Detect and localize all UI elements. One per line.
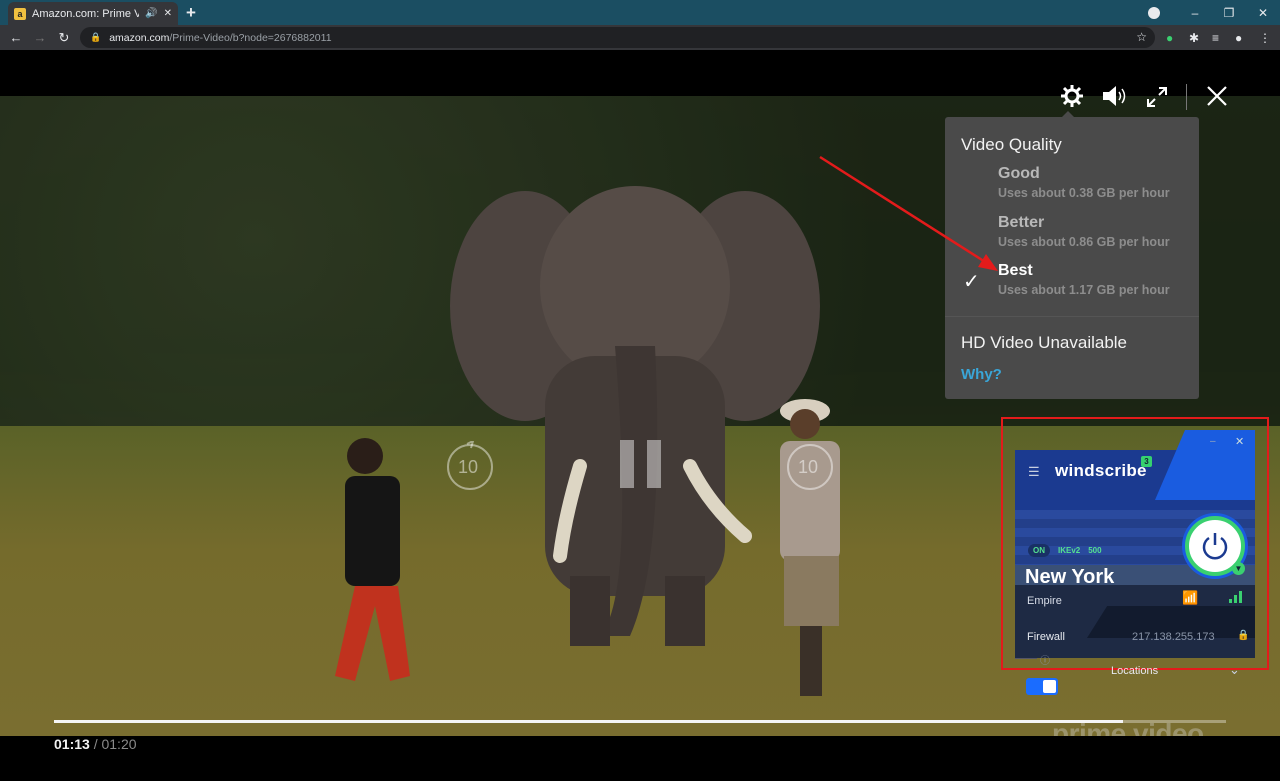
rewind-label: 10 bbox=[458, 457, 479, 477]
media-control-icon[interactable]: ≡ bbox=[1212, 25, 1219, 50]
new-tab-button[interactable]: + bbox=[186, 3, 196, 23]
locations-label: Locations bbox=[1111, 665, 1159, 677]
notification-badge[interactable]: 3 bbox=[1141, 456, 1152, 467]
time-separator: / bbox=[89, 736, 102, 752]
url-host: amazon.com bbox=[109, 31, 170, 44]
windscribe-close-icon[interactable]: ✕ bbox=[1235, 435, 1244, 448]
browser-tab[interactable]: a Amazon.com: Prime Video: P 🔊 ✕ bbox=[8, 2, 178, 25]
close-player-icon[interactable] bbox=[1206, 85, 1228, 107]
video-quality-menu: Video Quality Good Uses about 0.38 GB pe… bbox=[945, 111, 1199, 399]
connection-status: ON IKEv2 500 bbox=[1028, 544, 1102, 557]
pause-bar-left[interactable] bbox=[620, 440, 634, 488]
url-path: /Prime-Video/b?node=2676882011 bbox=[169, 31, 332, 44]
quality-label: Better bbox=[998, 214, 1045, 231]
video-scene-elephant bbox=[450, 186, 820, 646]
firewall-label: Firewall bbox=[1027, 631, 1065, 643]
extensions-puzzle-icon[interactable]: ✱ bbox=[1189, 25, 1199, 50]
windscribe-app: – ✕ ☰ windscribe 3 ▼ ON IKEv2 500 New Yo… bbox=[1015, 430, 1255, 695]
quality-usage: Uses about 0.38 GB per hour bbox=[998, 186, 1170, 200]
fullscreen-icon[interactable] bbox=[1146, 86, 1168, 108]
time-total: 01:20 bbox=[101, 736, 137, 752]
browser-toolbar: ← → ↻ 🔒 amazon.com/Prime-Video/b?node=26… bbox=[0, 25, 1280, 50]
menu-divider bbox=[945, 316, 1199, 317]
quality-option-better[interactable]: Better Uses about 0.86 GB per hour bbox=[998, 214, 1170, 249]
reload-icon[interactable]: ↻ bbox=[52, 30, 76, 46]
windscribe-minimize-icon[interactable]: – bbox=[1210, 436, 1216, 447]
quality-label: Good bbox=[998, 165, 1040, 182]
profile-dropdown-icon[interactable] bbox=[1148, 6, 1160, 19]
restore-button[interactable]: ❐ bbox=[1212, 6, 1246, 20]
time-display: 01:13 / 01:20 bbox=[54, 736, 137, 752]
video-scene-boy bbox=[335, 438, 410, 681]
volume-icon[interactable] bbox=[1101, 84, 1129, 108]
firewall-toggle[interactable] bbox=[1026, 678, 1058, 695]
settings-gear-icon[interactable] bbox=[1060, 84, 1084, 108]
chrome-menu-icon[interactable]: ⋮ bbox=[1259, 25, 1271, 50]
wifi-icon[interactable]: 📶 bbox=[1182, 590, 1198, 606]
back-icon[interactable]: ← bbox=[4, 30, 28, 45]
tab-close-icon[interactable]: ✕ bbox=[164, 8, 172, 19]
tab-title: Amazon.com: Prime Video: P bbox=[32, 7, 140, 20]
ip-lock-icon: 🔒 bbox=[1237, 630, 1250, 641]
pause-bar-right[interactable] bbox=[647, 440, 661, 488]
quality-option-good[interactable]: Good Uses about 0.38 GB per hour bbox=[998, 165, 1170, 200]
chevron-down-icon[interactable]: ⌄ bbox=[1229, 662, 1240, 678]
audio-playing-icon[interactable]: 🔊 bbox=[145, 8, 157, 19]
connection-status-dot-icon: ▼ bbox=[1232, 562, 1245, 575]
bookmark-star-icon[interactable]: ☆ bbox=[1136, 30, 1147, 44]
firewall-info-icon[interactable]: ⓘ bbox=[1040, 652, 1050, 667]
address-bar[interactable]: 🔒 amazon.com/Prime-Video/b?node=26768820… bbox=[80, 27, 1155, 48]
port-label[interactable]: 500 bbox=[1088, 544, 1101, 557]
hamburger-menu-icon[interactable]: ☰ bbox=[1028, 464, 1040, 480]
checkmark-icon: ✓ bbox=[963, 271, 980, 293]
quality-label: Best bbox=[998, 262, 1033, 279]
forward-icon[interactable]: → bbox=[28, 30, 52, 45]
connected-city: New York bbox=[1025, 566, 1115, 588]
protocol-label[interactable]: IKEv2 bbox=[1058, 544, 1080, 557]
seek-bar[interactable] bbox=[54, 720, 1226, 723]
forward-label: 10 bbox=[798, 457, 819, 477]
windscribe-extension-icon[interactable]: ● bbox=[1166, 25, 1173, 50]
controls-divider bbox=[1186, 84, 1187, 110]
quality-option-best[interactable]: Best Uses about 1.17 GB per hour bbox=[998, 262, 1170, 297]
power-icon bbox=[1202, 533, 1228, 560]
lock-icon: 🔒 bbox=[90, 32, 102, 42]
browser-titlebar: a Amazon.com: Prime Video: P 🔊 ✕ + – ❐ ✕ bbox=[0, 0, 1280, 25]
quality-usage: Uses about 0.86 GB per hour bbox=[998, 235, 1170, 249]
windscribe-logo: windscribe bbox=[1055, 461, 1147, 480]
why-link[interactable]: Why? bbox=[961, 366, 1002, 383]
close-window-button[interactable]: ✕ bbox=[1246, 6, 1280, 20]
status-on-badge: ON bbox=[1028, 544, 1050, 557]
signal-strength-icon bbox=[1229, 591, 1243, 603]
amazon-favicon-icon: a bbox=[14, 7, 26, 20]
time-current: 01:13 bbox=[54, 736, 90, 752]
profile-avatar-icon[interactable]: ● bbox=[1235, 25, 1242, 50]
firewall-line bbox=[1015, 658, 1037, 659]
video-player[interactable]: 10 10 prime video Video Quality Good Use… bbox=[0, 50, 1280, 781]
video-quality-title: Video Quality bbox=[961, 135, 1062, 154]
minimize-button[interactable]: – bbox=[1178, 6, 1212, 20]
seek-bar-progress bbox=[54, 720, 1124, 723]
server-name: Empire bbox=[1027, 595, 1062, 607]
ip-address: 217.138.255.173 bbox=[1132, 631, 1215, 643]
hd-unavailable-label: HD Video Unavailable bbox=[961, 333, 1128, 352]
quality-usage: Uses about 1.17 GB per hour bbox=[998, 283, 1170, 297]
